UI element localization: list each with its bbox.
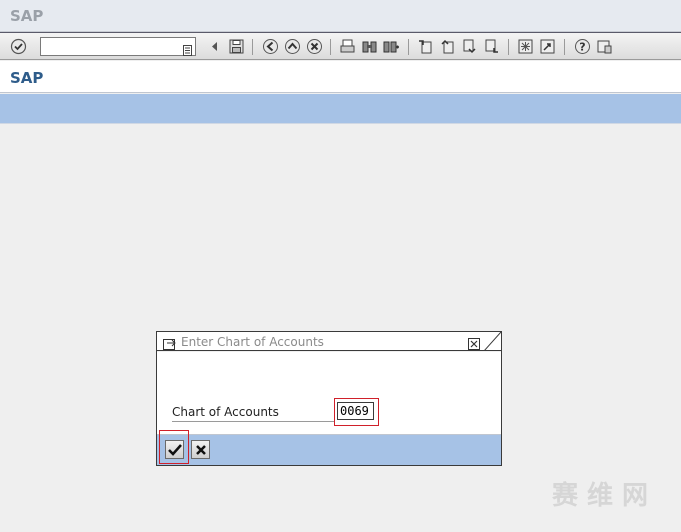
command-history-icon[interactable] <box>183 41 192 56</box>
confirm-button[interactable] <box>165 440 184 459</box>
watermark-text: 赛 维 网 <box>551 480 648 511</box>
dialog-footer <box>157 430 501 465</box>
app-title-bar: SAP <box>0 61 681 93</box>
cancel-button[interactable] <box>191 440 210 459</box>
dialog-header: Enter Chart of Accounts <box>157 331 502 352</box>
enter-icon[interactable] <box>10 38 27 55</box>
shortcut-icon[interactable] <box>539 38 556 55</box>
toolbar-separator <box>564 39 565 55</box>
previous-page-icon[interactable] <box>439 38 456 55</box>
toolbar-separator <box>252 39 253 55</box>
dialog-body: Chart of Accounts 0069 <box>157 352 501 434</box>
application-toolbar <box>0 94 681 124</box>
create-session-icon[interactable] <box>517 38 534 55</box>
print-icon[interactable] <box>339 38 356 55</box>
dialog-title: Enter Chart of Accounts <box>181 335 324 349</box>
command-input[interactable] <box>43 39 173 54</box>
toolbar-separator <box>330 39 331 55</box>
first-page-icon[interactable] <box>417 38 434 55</box>
layout-menu-icon[interactable] <box>596 38 613 55</box>
toolbar-separator <box>408 39 409 55</box>
next-page-icon[interactable] <box>461 38 478 55</box>
dialog-corner-decoration <box>483 331 502 352</box>
find-next-icon[interactable] <box>383 38 400 55</box>
window-titlebar: SAP <box>0 0 681 32</box>
cancel-icon[interactable] <box>306 38 323 55</box>
close-icon[interactable] <box>468 335 481 350</box>
back-icon[interactable] <box>262 38 279 55</box>
chart-of-accounts-dialog: Enter Chart of Accounts Chart of Account… <box>156 331 502 466</box>
dialog-window-icon <box>163 335 177 350</box>
watermark: 赛 维 网 <box>520 478 680 528</box>
standard-toolbar: ? <box>0 32 681 60</box>
chart-of-accounts-label: Chart of Accounts <box>172 405 334 422</box>
back-arrow-icon[interactable] <box>206 38 223 55</box>
help-icon[interactable]: ? <box>574 38 591 55</box>
page-title: SAP <box>10 69 44 87</box>
toolbar-separator <box>508 39 509 55</box>
window-brand: SAP <box>10 7 44 25</box>
command-field[interactable] <box>40 37 196 56</box>
save-icon[interactable] <box>228 38 245 55</box>
exit-icon[interactable] <box>284 38 301 55</box>
last-page-icon[interactable] <box>483 38 500 55</box>
svg-text:?: ? <box>579 41 585 54</box>
chart-of-accounts-input[interactable]: 0069 <box>337 402 374 420</box>
find-icon[interactable] <box>361 38 378 55</box>
